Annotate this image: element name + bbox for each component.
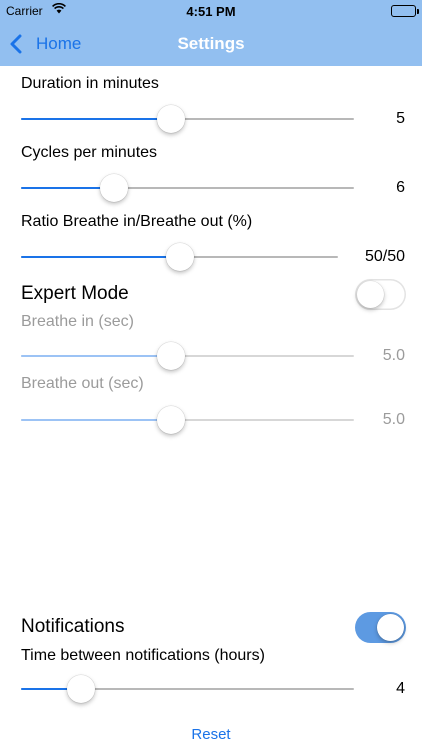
notifications-label: Notifications bbox=[21, 616, 125, 637]
notification-interval-slider[interactable] bbox=[21, 675, 354, 703]
breathe-in-value: 5.0 bbox=[382, 347, 405, 364]
expert-mode-label: Expert Mode bbox=[21, 283, 129, 304]
navigation-bar: Carrier 4:51 PM Home Settings bbox=[0, 0, 422, 66]
cycles-slider[interactable] bbox=[21, 174, 354, 202]
status-bar: Carrier 4:51 PM bbox=[0, 0, 422, 22]
duration-slider[interactable] bbox=[21, 105, 354, 133]
slider-fill bbox=[21, 419, 171, 421]
notification-interval-label: Time between notifications (hours) bbox=[21, 647, 265, 664]
slider-fill bbox=[21, 355, 171, 357]
slider-thumb[interactable] bbox=[156, 105, 185, 133]
expert-mode-toggle[interactable] bbox=[355, 279, 406, 310]
duration-label: Duration in minutes bbox=[21, 75, 159, 92]
breathe-in-label: Breathe in (sec) bbox=[21, 313, 134, 330]
ratio-label: Ratio Breathe in/Breathe out (%) bbox=[21, 213, 253, 230]
cycles-label: Cycles per minutes bbox=[21, 144, 158, 161]
page-title: Settings bbox=[177, 34, 245, 53]
notification-interval-value: 4 bbox=[396, 680, 405, 697]
reset-button[interactable]: Reset bbox=[0, 726, 422, 743]
breathe-in-slider bbox=[21, 342, 354, 370]
ratio-slider[interactable] bbox=[21, 243, 338, 271]
toggle-knob bbox=[357, 281, 384, 308]
slider-thumb bbox=[156, 406, 185, 434]
breathe-out-slider bbox=[21, 406, 354, 434]
slider-thumb[interactable] bbox=[165, 243, 194, 271]
toggle-knob bbox=[377, 614, 404, 641]
slider-thumb bbox=[156, 342, 185, 370]
notifications-toggle[interactable] bbox=[355, 612, 406, 643]
slider-thumb[interactable] bbox=[100, 174, 129, 202]
slider-thumb[interactable] bbox=[66, 675, 95, 703]
ratio-value: 50/50 bbox=[364, 248, 405, 265]
status-time: 4:51 PM bbox=[186, 4, 236, 19]
breathe-out-value: 5.0 bbox=[382, 411, 405, 428]
cycles-value: 6 bbox=[396, 179, 405, 196]
duration-value: 5 bbox=[396, 110, 405, 127]
slider-fill bbox=[21, 118, 171, 120]
slider-fill bbox=[21, 256, 180, 258]
battery-icon bbox=[391, 5, 419, 17]
breathe-out-label: Breathe out (sec) bbox=[21, 375, 144, 392]
